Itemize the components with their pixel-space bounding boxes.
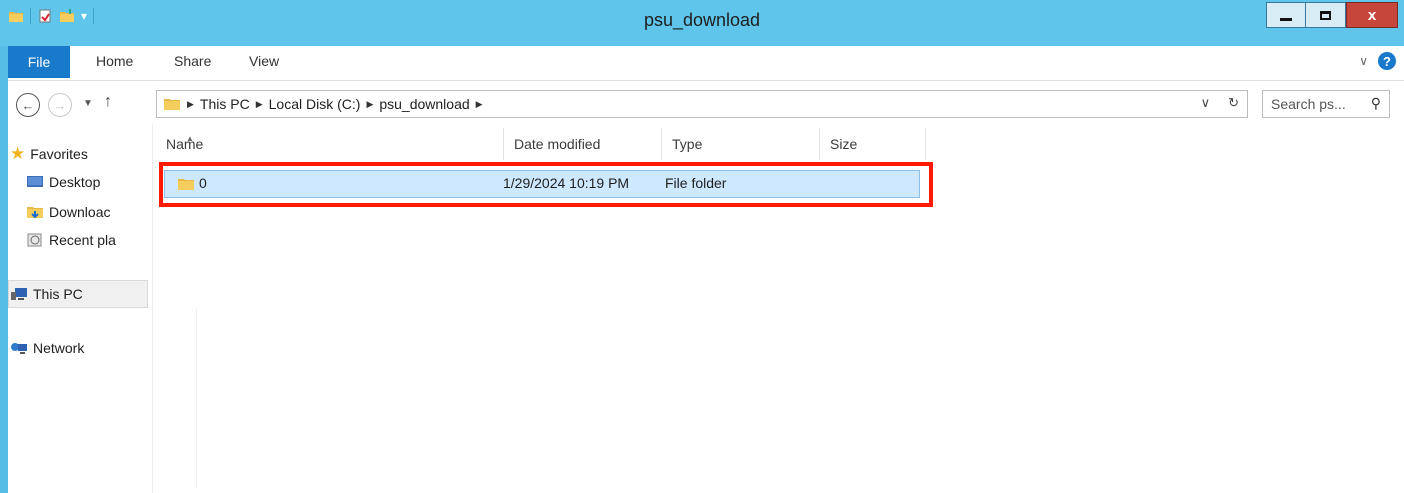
computer-icon	[11, 288, 27, 300]
forward-icon[interactable]: →	[48, 93, 72, 117]
chevron-right-icon[interactable]: ▶	[256, 99, 263, 110]
recent-locations-icon[interactable]: ▼	[83, 98, 93, 109]
tab-file[interactable]: File	[8, 46, 70, 78]
downloads-icon	[27, 207, 43, 219]
minimize-icon	[1280, 17, 1292, 21]
folder-icon	[164, 99, 180, 110]
chevron-right-icon[interactable]: ▶	[366, 99, 373, 110]
nav-label: Favorites	[30, 146, 88, 162]
title-bar: ▾ psu_download x	[0, 0, 1404, 46]
breadcrumb-psu-download[interactable]: psu_download	[379, 96, 469, 112]
window-title: psu_download	[643, 10, 761, 30]
breadcrumb: ▶ This PC ▶ Local Disk (C:) ▶ psu_downlo…	[157, 96, 483, 112]
nav-item-desktop[interactable]: Desktop	[26, 174, 150, 190]
window-controls: x	[1266, 2, 1398, 28]
tab-share[interactable]: Share	[174, 53, 211, 69]
annotation-highlight-box	[159, 162, 933, 207]
up-icon[interactable]: ↑	[104, 93, 112, 111]
nav-item-recent-places[interactable]: Recent pla	[26, 232, 150, 248]
navigation-pane: ★ Favorites Desktop Downloac Recent pla …	[8, 124, 153, 493]
nav-item-network[interactable]: Network	[10, 340, 148, 356]
maximize-icon	[1320, 10, 1331, 20]
chevron-right-icon[interactable]: ▶	[476, 99, 483, 110]
address-controls: ∨ ↻	[1201, 95, 1239, 111]
search-placeholder: Search ps...	[1271, 96, 1346, 112]
ribbon-controls: ∨ ?	[1359, 52, 1396, 70]
navigation-bar: ← → ▼ ↑ ▶ This PC ▶ Local Disk (C:) ▶ ps…	[8, 86, 1404, 122]
tab-view[interactable]: View	[249, 53, 279, 69]
column-header-name[interactable]: Name	[156, 128, 504, 160]
chevron-down-icon[interactable]: ∨	[1201, 95, 1211, 111]
breadcrumb-local-disk[interactable]: Local Disk (C:)	[269, 96, 361, 112]
column-header-type[interactable]: Type	[662, 128, 820, 160]
explorer-window: ▾ psu_download x File Home Share View ∨ …	[0, 0, 1404, 493]
nav-label: This PC	[33, 286, 83, 302]
nav-label: Recent pla	[49, 232, 116, 248]
nav-label: Downloac	[49, 204, 111, 220]
pane-divider	[196, 308, 197, 488]
search-input[interactable]: Search ps... ⚲	[1262, 90, 1390, 118]
help-icon[interactable]: ?	[1378, 52, 1396, 70]
network-icon	[11, 343, 27, 354]
ribbon-tabs: File Home Share View ∨ ?	[8, 46, 1404, 81]
expand-ribbon-icon[interactable]: ∨	[1359, 54, 1368, 68]
maximize-button[interactable]	[1306, 2, 1346, 28]
tab-home[interactable]: Home	[96, 53, 133, 69]
desktop-icon	[27, 176, 43, 187]
column-header-date-modified[interactable]: Date modified	[504, 128, 662, 160]
star-icon: ★	[10, 144, 26, 163]
nav-label: Network	[33, 340, 85, 356]
back-icon[interactable]: ←	[16, 93, 40, 117]
refresh-icon[interactable]: ↻	[1228, 95, 1239, 111]
recent-places-icon	[27, 233, 42, 247]
column-header-size[interactable]: Size	[820, 128, 926, 160]
nav-label: Desktop	[49, 174, 101, 190]
close-button[interactable]: x	[1346, 2, 1398, 28]
chevron-right-icon[interactable]: ▶	[187, 99, 194, 110]
nav-item-downloads[interactable]: Downloac	[26, 204, 150, 220]
nav-item-favorites[interactable]: ★ Favorites	[10, 144, 150, 164]
breadcrumb-this-pc[interactable]: This PC	[200, 96, 250, 112]
nav-item-this-pc[interactable]: This PC	[10, 286, 148, 302]
search-icon[interactable]: ⚲	[1371, 95, 1381, 112]
minimize-button[interactable]	[1266, 2, 1306, 28]
address-bar[interactable]: ▶ This PC ▶ Local Disk (C:) ▶ psu_downlo…	[156, 90, 1248, 118]
sort-ascending-icon: ▲	[186, 134, 194, 143]
